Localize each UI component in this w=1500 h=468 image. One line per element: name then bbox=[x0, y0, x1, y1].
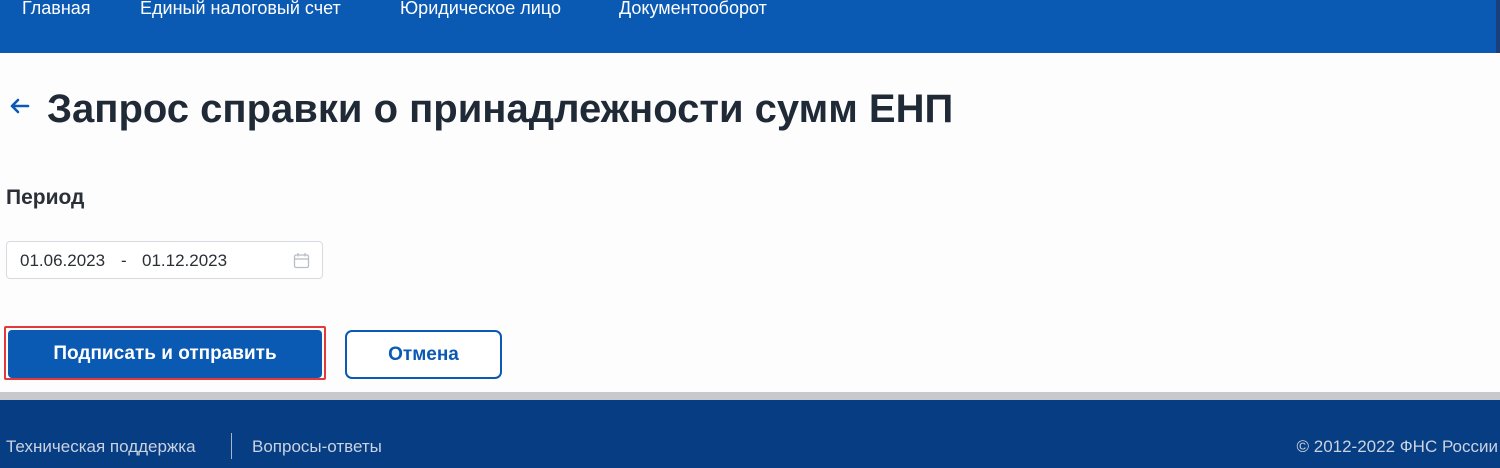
footer-separator bbox=[231, 433, 232, 459]
nav-item-legal-entity[interactable]: Юридическое лицо bbox=[400, 0, 561, 22]
footer-faq-link[interactable]: Вопросы-ответы bbox=[252, 436, 382, 458]
arrow-left-icon[interactable] bbox=[6, 92, 34, 120]
footer: Техническая поддержка Вопросы-ответы © 2… bbox=[0, 400, 1500, 468]
page-title: Запрос справки о принадлежности сумм ЕНП bbox=[47, 87, 954, 131]
top-navigation: Главная Единый налоговый счет Юридическо… bbox=[0, 0, 1500, 53]
date-to-value[interactable]: 01.12.2023 bbox=[142, 250, 227, 272]
date-range-separator: - bbox=[121, 251, 127, 270]
period-date-range-input[interactable]: 01.06.2023 - 01.12.2023 bbox=[6, 241, 323, 279]
footer-copyright: © 2012-2022 ФНС России bbox=[1296, 437, 1498, 456]
nav-item-unified-tax-account[interactable]: Единый налоговый счет bbox=[140, 0, 341, 22]
footer-divider bbox=[0, 392, 1500, 400]
sign-and-send-button[interactable]: Подписать и отправить bbox=[8, 330, 322, 378]
footer-support-link[interactable]: Техническая поддержка bbox=[6, 436, 196, 458]
date-from-value[interactable]: 01.06.2023 bbox=[20, 250, 105, 272]
nav-item-home[interactable]: Главная bbox=[22, 0, 91, 22]
nav-edge bbox=[1496, 0, 1500, 53]
cancel-button[interactable]: Отмена bbox=[345, 330, 502, 379]
nav-item-document-flow[interactable]: Документооборот bbox=[619, 0, 767, 22]
period-label: Период bbox=[6, 186, 85, 209]
calendar-icon[interactable] bbox=[293, 252, 310, 269]
